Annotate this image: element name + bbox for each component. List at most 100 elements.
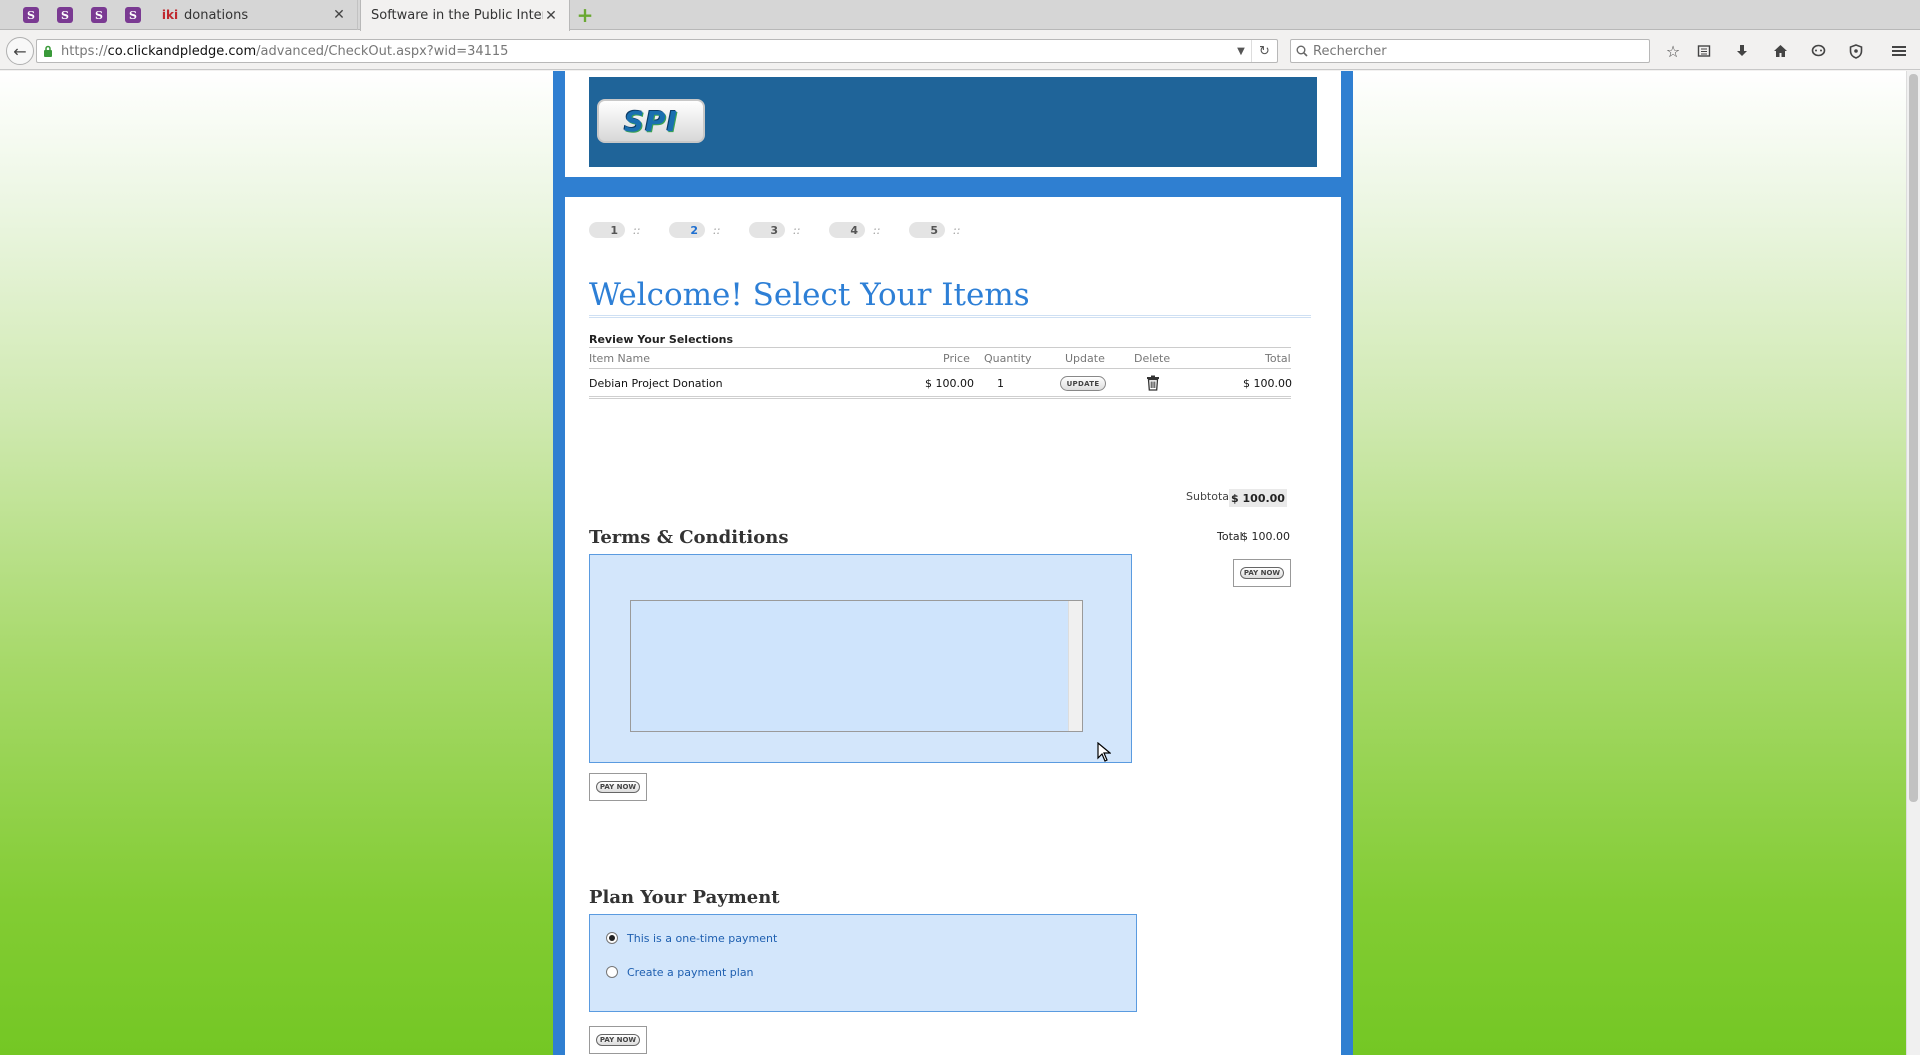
step-separator: :: [953,223,961,237]
item-quantity[interactable]: 1 [997,377,1004,390]
mouse-cursor-icon [1097,742,1111,762]
step-indicator-5[interactable]: 5:: [909,222,960,238]
pay-now-button[interactable]: PAY NOW [589,1026,647,1054]
step-number: 2 [669,222,705,238]
item-name: Debian Project Donation [589,377,723,390]
search-bar[interactable] [1290,39,1650,63]
table-header: Item Name Price Quantity Update Delete T… [589,347,1291,369]
header-banner: SPI [589,77,1317,167]
header-panel: SPI [565,71,1341,177]
title-divider [589,315,1311,318]
checkout-frame: SPI 1:: 2:: 3:: 4:: 5:: Welcome! Select … [553,71,1353,1055]
step-indicator-1[interactable]: 1:: [589,222,640,238]
column-header-update: Update [1065,352,1105,365]
reload-icon[interactable]: ↻ [1251,40,1277,62]
chat-icon[interactable] [1805,39,1831,63]
menu-icon[interactable] [1886,39,1912,63]
step-number: 5 [909,222,945,238]
pay-now-label: PAY NOW [1240,567,1284,579]
terms-panel [589,554,1132,763]
page-scrollbar[interactable] [1906,71,1920,1055]
review-table: Item Name Price Quantity Update Delete T… [589,347,1292,399]
pay-now-button[interactable]: PAY NOW [589,773,647,801]
tab-title: donations [184,7,249,23]
pinned-tab[interactable]: S [48,0,82,30]
step-indicator-3[interactable]: 3:: [749,222,800,238]
step-separator: :: [633,223,641,237]
close-icon[interactable]: ✕ [331,7,347,23]
subtotal-value: $ 100.00 [1229,489,1287,507]
radio-button[interactable] [606,966,618,978]
total-value: $ 100.00 [1241,530,1290,543]
column-header-item: Item Name [589,352,650,365]
update-button[interactable]: UPDATE [1060,376,1106,391]
url-host: co.clickandpledge.com [107,43,257,59]
page-title: Welcome! Select Your Items [589,277,1030,313]
one-time-payment-option[interactable]: This is a one-time payment [606,930,777,946]
tab-donations[interactable]: iki donations ✕ [152,0,358,30]
item-total: $ 100.00 [1243,377,1292,390]
terms-heading: Terms & Conditions [589,527,789,548]
item-price: $ 100.00 [925,377,974,390]
chevron-down-icon[interactable]: ▼ [1231,46,1251,57]
column-header-price: Price [943,352,970,365]
radio-button[interactable] [606,932,618,944]
column-header-total: Total [1265,352,1291,365]
trash-icon[interactable] [1146,375,1160,391]
terms-scrollbar[interactable] [1068,601,1082,731]
url-prefix: https:// [61,43,108,59]
pinned-tab-icon: S [57,7,73,23]
pinned-tab-icon: S [91,7,107,23]
download-icon[interactable] [1729,39,1755,63]
back-icon[interactable]: ← [6,37,34,65]
search-input[interactable] [1313,43,1633,59]
url-bar[interactable]: https://co.clickandpledge.com/advanced/C… [36,39,1278,63]
spi-logo[interactable]: SPI [597,99,705,143]
step-number: 4 [829,222,865,238]
radio-label[interactable]: Create a payment plan [627,966,754,979]
terms-textarea[interactable] [630,600,1083,732]
payment-plan-panel: This is a one-time payment Create a paym… [589,914,1137,1012]
tab-spi-checkout[interactable]: Software in the Public Inter... ✕ [360,0,570,31]
shield-icon[interactable] [1843,39,1869,63]
step-separator: :: [713,223,721,237]
pinned-tab[interactable]: S [116,0,150,30]
plan-heading: Plan Your Payment [589,887,780,908]
new-tab-icon[interactable]: + [576,5,594,25]
bookmark-star-icon[interactable]: ☆ [1660,39,1686,63]
tab-title: Software in the Public Inter... [371,8,543,23]
logo-text: SPI [623,104,679,138]
pinned-tab[interactable]: S [82,0,116,30]
step-separator: :: [873,223,881,237]
step-number: 1 [589,222,625,238]
navigation-bar: ← https://co.clickandpledge.com/advanced… [0,31,1920,70]
payment-plan-option[interactable]: Create a payment plan [606,964,754,980]
page-viewport: SPI 1:: 2:: 3:: 4:: 5:: Welcome! Select … [0,71,1906,1055]
search-icon [1291,45,1313,57]
tiki-icon: iki [161,8,179,22]
subtotal-label: Subtotal [1186,490,1233,503]
column-header-delete: Delete [1134,352,1171,365]
tab-bar: S S S S iki donations ✕ Software in the … [0,0,1920,31]
pay-now-button[interactable]: PAY NOW [1233,559,1291,587]
url-text[interactable]: https://co.clickandpledge.com/advanced/C… [61,44,1231,59]
scrollbar-thumb[interactable] [1909,74,1918,802]
pinned-tab[interactable]: S [14,0,48,30]
step-indicator-4[interactable]: 4:: [829,222,880,238]
pay-now-label: PAY NOW [596,1034,640,1046]
checkout-content: 1:: 2:: 3:: 4:: 5:: Welcome! Select Your… [565,197,1341,1055]
url-path: /advanced/CheckOut.aspx?wid=34115 [256,43,509,59]
pinned-tab-icon: S [23,7,39,23]
total-label: Total [1217,530,1243,543]
lock-icon[interactable] [43,45,55,57]
radio-selected-dot [609,935,615,941]
radio-label[interactable]: This is a one-time payment [627,932,777,945]
home-icon[interactable] [1767,39,1793,63]
pinned-tab-icon: S [125,7,141,23]
reading-list-icon[interactable] [1691,39,1717,63]
close-icon[interactable]: ✕ [543,8,559,24]
step-number: 3 [749,222,785,238]
step-indicator-2[interactable]: 2:: [669,222,720,238]
step-separator: :: [793,223,801,237]
table-row: Debian Project Donation $ 100.00 1 UPDAT… [589,369,1292,399]
